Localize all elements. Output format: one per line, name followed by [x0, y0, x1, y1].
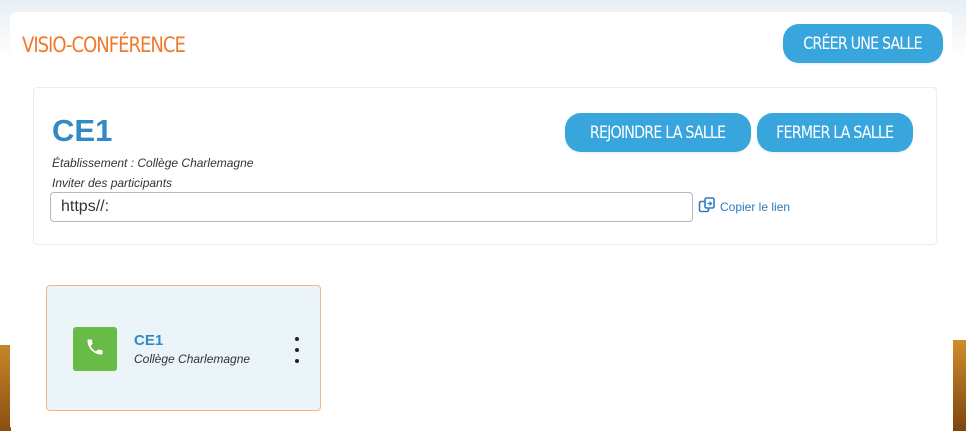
phone-icon-box	[73, 327, 117, 371]
join-room-button[interactable]: REJOINDRE LA SALLE	[565, 113, 751, 152]
invite-link-field[interactable]	[50, 192, 693, 222]
close-room-button[interactable]: FERMER LA SALLE	[757, 113, 913, 152]
copy-icon	[698, 197, 716, 216]
copy-link-button[interactable]: Copier le lien	[698, 197, 790, 216]
right-edge-decoration	[953, 340, 966, 431]
tile-room-name: CE1	[134, 332, 164, 349]
room-title: CE1	[52, 113, 113, 148]
invite-participants-label: Inviter des participants	[52, 176, 173, 190]
page-title: VISIO-CONFÉRENCE	[22, 33, 186, 57]
tile-school-name: Collège Charlemagne	[134, 352, 251, 366]
create-room-button[interactable]: CRÉER UNE SALLE	[783, 24, 943, 63]
more-vertical-icon[interactable]	[290, 337, 304, 363]
copy-link-label: Copier le lien	[720, 199, 791, 214]
school-label: Établissement : Collège Charlemagne	[52, 156, 254, 170]
phone-icon	[85, 337, 105, 362]
